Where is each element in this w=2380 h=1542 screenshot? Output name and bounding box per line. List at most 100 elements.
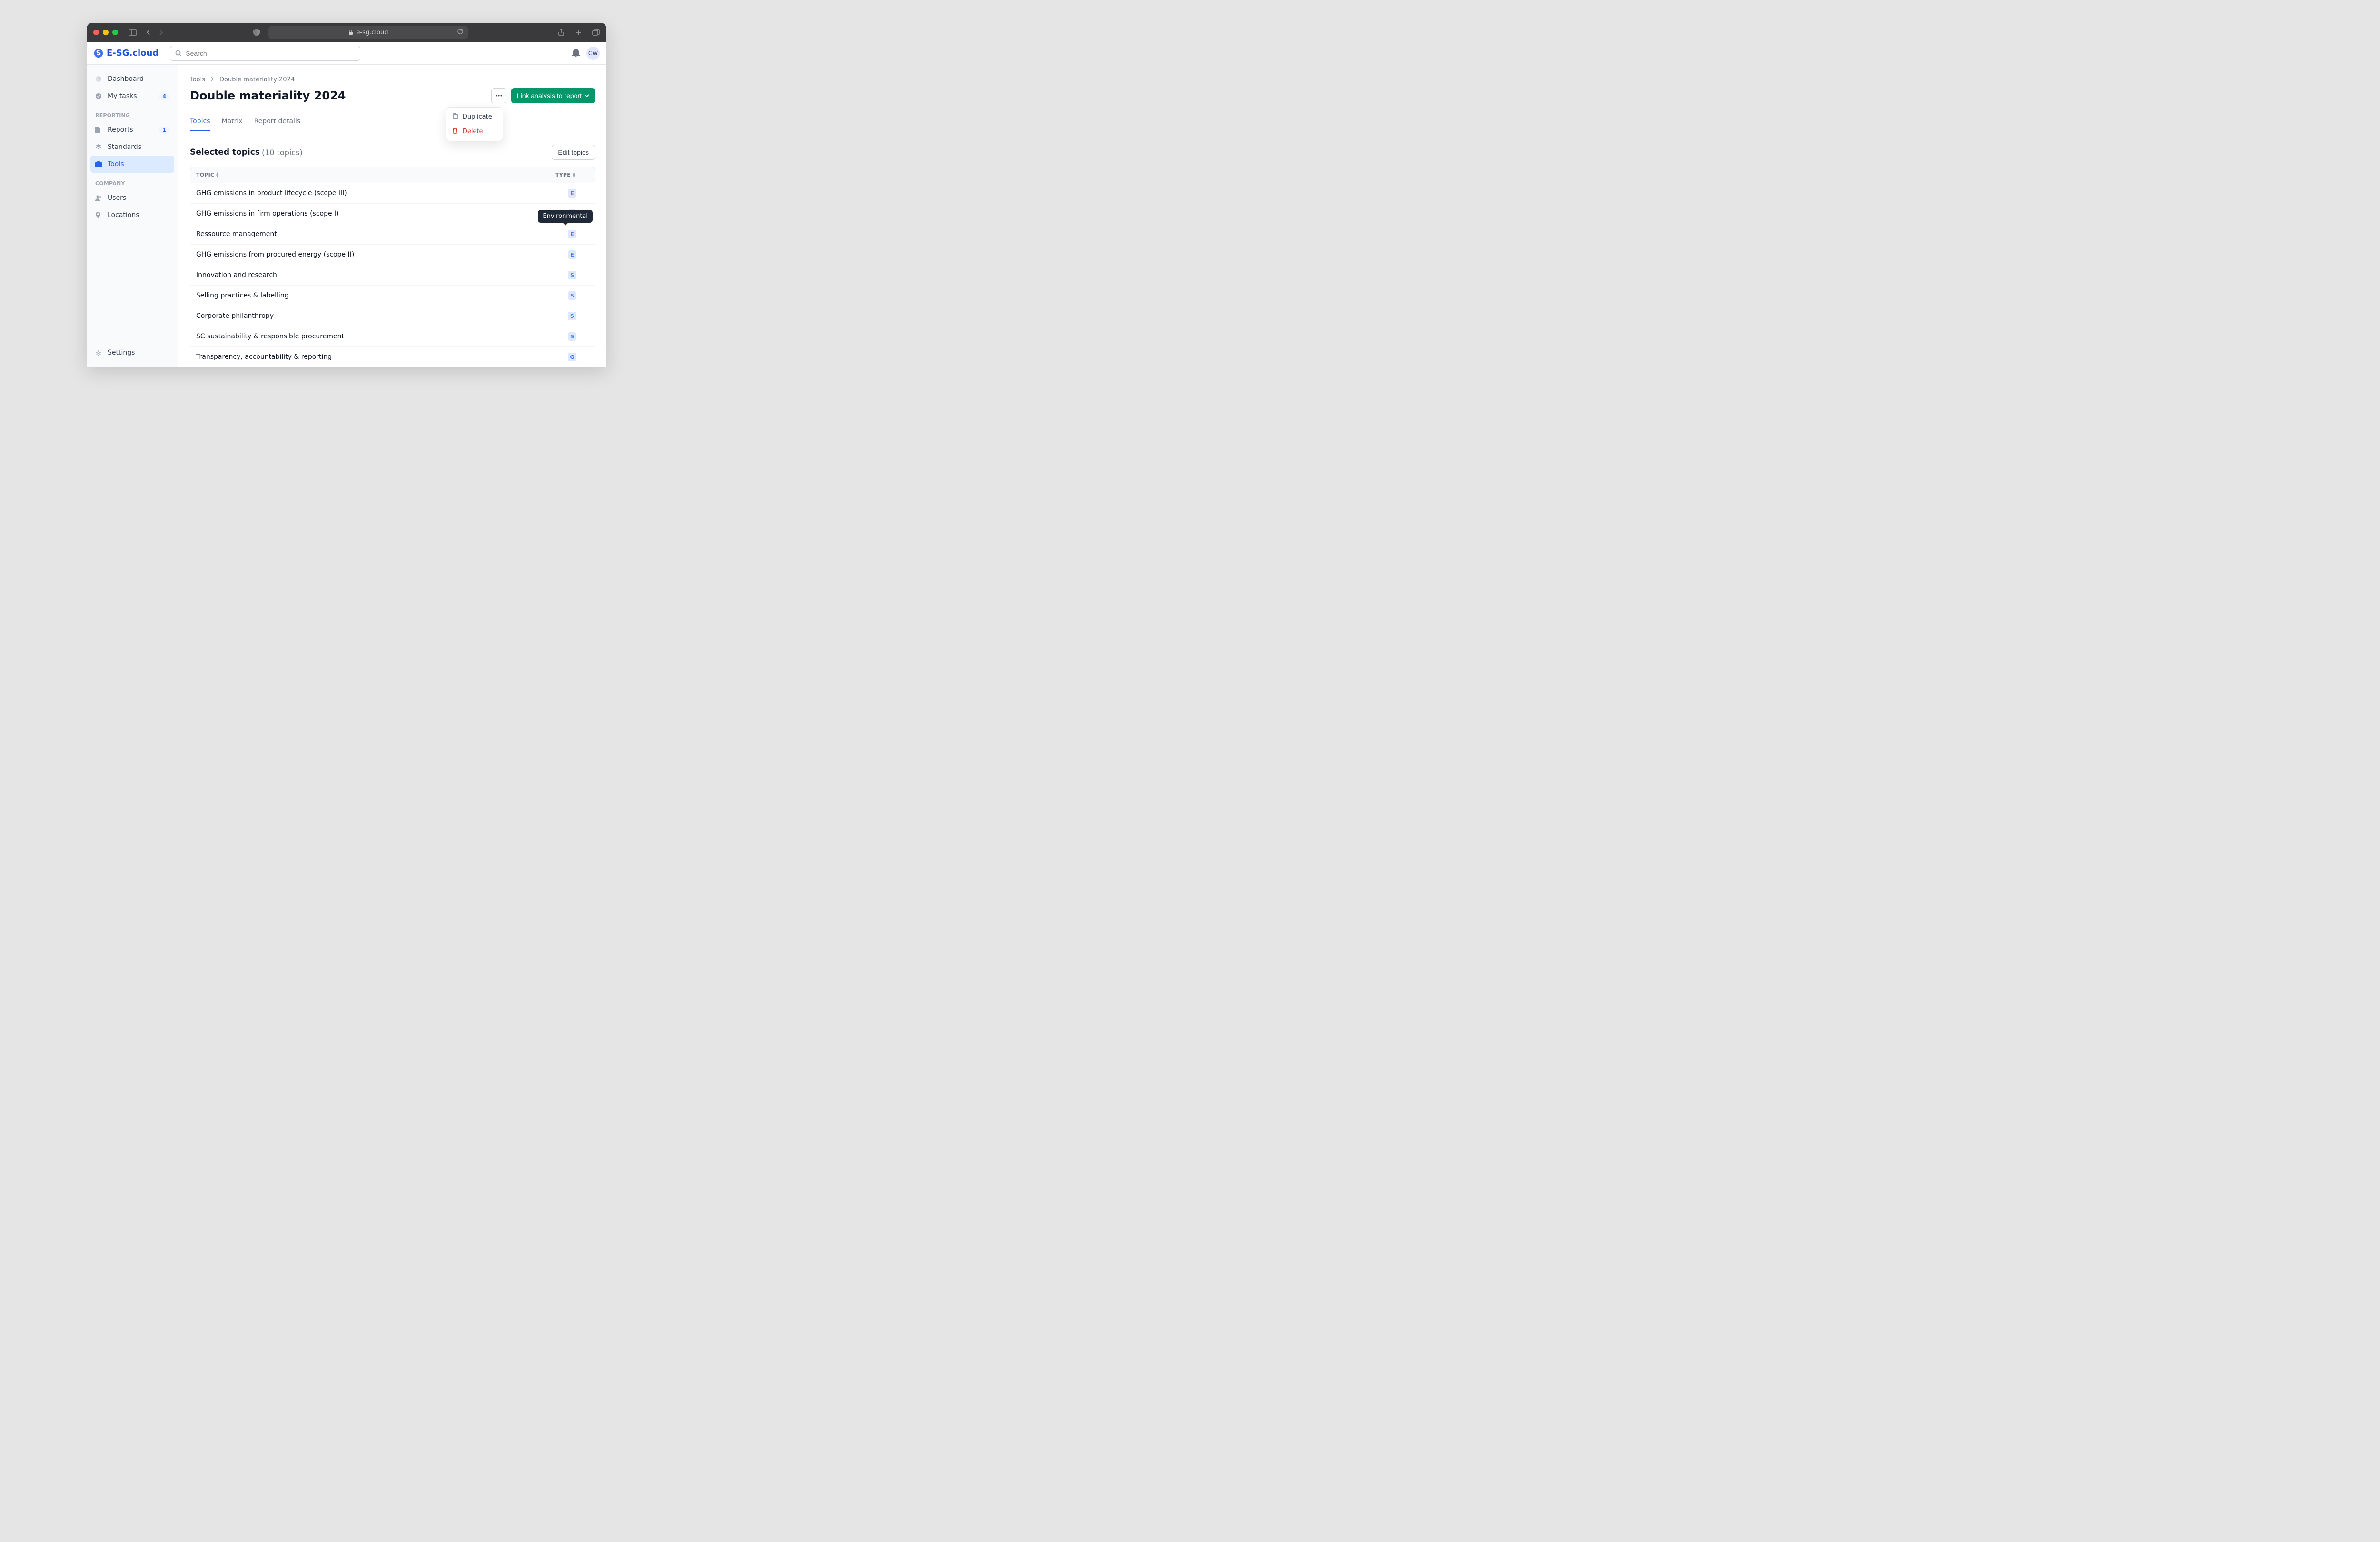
sidebar-item-label: Dashboard <box>108 75 144 83</box>
ellipsis-icon <box>496 95 502 97</box>
sidebar-section-reporting: REPORTING <box>90 105 174 121</box>
shield-icon[interactable] <box>253 29 260 36</box>
type-badge[interactable]: S <box>568 312 576 320</box>
table-row[interactable]: GHG emissions in product lifecycle (scop… <box>190 183 595 204</box>
table-row[interactable]: Transparency, accountability & reporting… <box>190 347 595 367</box>
edit-topics-button[interactable]: Edit topics <box>552 145 595 160</box>
sidebar-item-my-tasks[interactable]: My tasks 4 <box>90 88 174 105</box>
maximize-window-icon[interactable] <box>112 30 118 35</box>
column-header-topic[interactable]: TOPIC ▴▾ <box>196 172 555 178</box>
badge-count: 4 <box>159 93 169 100</box>
app-root: E-SG.cloud CW <box>87 42 606 367</box>
topics-table: TOPIC ▴▾ TYPE ▴▾ GHG emissions in produc… <box>190 167 595 367</box>
sidebar-item-settings[interactable]: Settings <box>90 344 174 361</box>
table-row[interactable]: Corporate philanthropyS <box>190 306 595 326</box>
type-badge[interactable]: S <box>568 332 576 341</box>
chevron-right-icon <box>210 76 215 83</box>
refresh-icon[interactable] <box>457 28 464 37</box>
cell-topic: Selling practices & labelling <box>196 292 555 299</box>
forward-icon[interactable] <box>158 30 164 35</box>
new-tab-icon[interactable] <box>575 29 582 36</box>
cell-topic: Ressource management <box>196 230 555 238</box>
address-bar[interactable]: e-sg.cloud <box>268 26 468 39</box>
breadcrumb-root[interactable]: Tools <box>190 76 205 83</box>
page-header: Double materiality 2024 Link analysis to… <box>190 88 595 103</box>
cell-type: S <box>555 271 589 279</box>
menu-item-label: Duplicate <box>463 113 492 120</box>
back-icon[interactable] <box>146 30 151 35</box>
button-label: Link analysis to report <box>517 92 582 99</box>
copy-icon <box>452 113 459 121</box>
table-row[interactable]: GHG emissions in firm operations (scope … <box>190 204 595 224</box>
minimize-window-icon[interactable] <box>103 30 109 35</box>
app-topbar: E-SG.cloud CW <box>87 42 606 65</box>
sidebar-item-reports[interactable]: Reports 1 <box>90 121 174 138</box>
cell-type: E <box>555 230 589 238</box>
avatar-initials: CW <box>588 50 598 57</box>
lock-icon <box>348 30 353 35</box>
page-title: Double materiality 2024 <box>190 89 346 102</box>
type-badge[interactable]: G <box>568 353 576 361</box>
cell-topic: Transparency, accountability & reporting <box>196 353 555 361</box>
search-icon <box>175 50 182 57</box>
type-badge[interactable]: S <box>568 271 576 279</box>
users-icon <box>95 195 103 201</box>
page-actions: Link analysis to report Duplicate Delete <box>491 88 595 103</box>
tab-topics[interactable]: Topics <box>190 113 210 131</box>
bell-icon[interactable] <box>572 48 580 59</box>
sidebar-item-label: Standards <box>108 143 141 151</box>
sidebar-item-label: My tasks <box>108 92 137 100</box>
sidebar-item-label: Users <box>108 194 126 202</box>
layers-icon <box>95 144 103 150</box>
sidebar-item-locations[interactable]: Locations <box>90 207 174 224</box>
chevron-down-icon <box>585 94 589 97</box>
menu-item-delete[interactable]: Delete <box>448 124 501 139</box>
pin-icon <box>95 212 103 218</box>
more-button[interactable] <box>491 88 506 103</box>
app-body: Dashboard My tasks 4 REPORTING Reports 1… <box>87 65 606 367</box>
sidebar-item-label: Locations <box>108 211 139 219</box>
gear-icon <box>95 349 103 356</box>
tabs-icon[interactable] <box>592 29 600 36</box>
cell-type: E <box>555 250 589 259</box>
type-badge[interactable]: E <box>568 189 576 198</box>
section-title: Selected topics <box>190 148 260 157</box>
menu-item-label: Delete <box>463 128 483 135</box>
table-header: TOPIC ▴▾ TYPE ▴▾ <box>190 167 595 183</box>
avatar[interactable]: CW <box>586 47 600 60</box>
type-badge[interactable]: S <box>568 291 576 300</box>
column-header-type[interactable]: TYPE ▴▾ <box>555 172 589 178</box>
sidebar-item-standards[interactable]: Standards <box>90 138 174 156</box>
menu-item-duplicate[interactable]: Duplicate <box>448 109 501 124</box>
cell-type: S <box>555 332 589 341</box>
search-field[interactable] <box>186 49 355 57</box>
logo[interactable]: E-SG.cloud <box>93 48 159 59</box>
share-icon[interactable] <box>558 29 565 36</box>
sidebar-item-label: Reports <box>108 126 133 134</box>
tab-report-details[interactable]: Report details <box>254 113 301 131</box>
close-window-icon[interactable] <box>93 30 99 35</box>
sidebar-toggle-icon[interactable] <box>129 29 137 36</box>
sidebar-item-label: Settings <box>108 349 135 356</box>
table-row[interactable]: Ressource managementEEnvironmental <box>190 224 595 245</box>
sidebar-item-dashboard[interactable]: Dashboard <box>90 70 174 88</box>
table-row[interactable]: GHG emissions from procured energy (scop… <box>190 245 595 265</box>
tab-matrix[interactable]: Matrix <box>222 113 243 131</box>
sidebar-item-tools[interactable]: Tools <box>90 156 174 173</box>
table-row[interactable]: SC sustainability & responsible procurem… <box>190 326 595 347</box>
cell-topic: GHG emissions from procured energy (scop… <box>196 251 555 258</box>
trash-icon <box>452 128 459 136</box>
table-row[interactable]: Selling practices & labelling S <box>190 286 595 306</box>
table-row[interactable]: Innovation and researchS <box>190 265 595 286</box>
search-input[interactable] <box>170 46 360 61</box>
cell-topic: GHG emissions in product lifecycle (scop… <box>196 189 555 197</box>
logo-icon <box>93 48 104 59</box>
sidebar-item-users[interactable]: Users <box>90 189 174 207</box>
type-badge[interactable]: E <box>568 230 576 238</box>
main-content: Tools Double materiality 2024 Double mat… <box>178 65 606 367</box>
type-badge[interactable]: E <box>568 250 576 259</box>
cell-type: E <box>555 189 589 198</box>
document-icon <box>95 127 103 133</box>
link-analysis-button[interactable]: Link analysis to report <box>511 88 595 103</box>
section-header: Selected topics (10 topics) Edit topics <box>190 145 595 160</box>
